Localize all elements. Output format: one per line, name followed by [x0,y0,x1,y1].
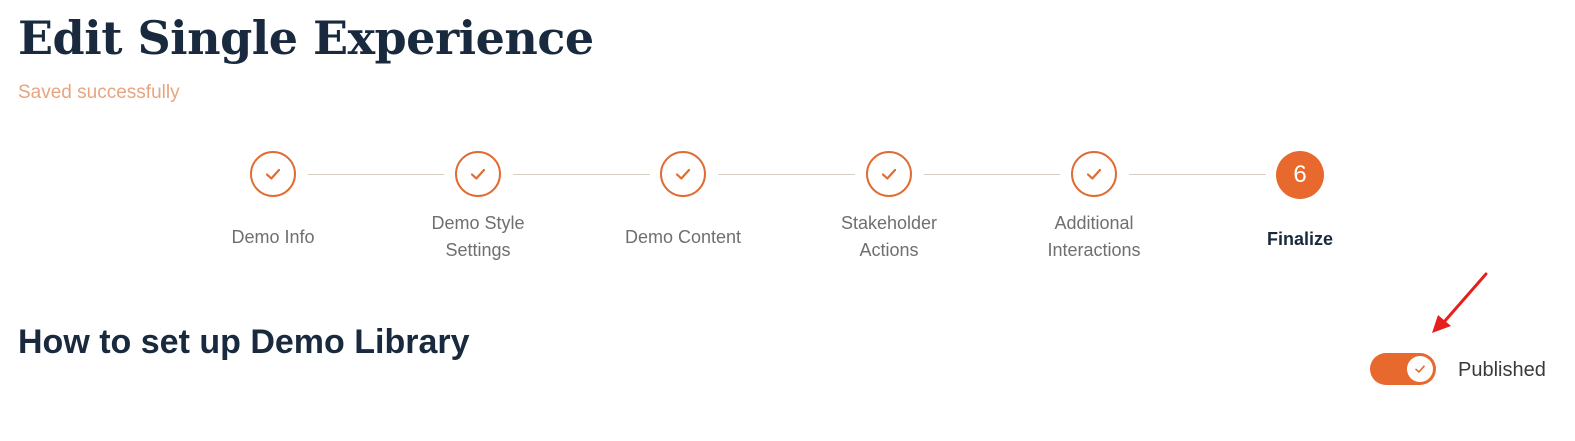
step-stakeholder-actions[interactable]: Stakeholder Actions [799,151,979,265]
step-complete-indicator [455,151,501,197]
step-complete-indicator [250,151,296,197]
check-icon [470,168,486,180]
step-number-badge: 6 [1276,151,1324,199]
check-icon [675,168,691,180]
demo-title: How to set up Demo Library [18,323,470,361]
check-icon [1415,365,1425,373]
step-label: Demo Style Settings [431,213,525,260]
step-complete-indicator [1071,151,1117,197]
check-icon [265,168,281,180]
step-demo-style-settings[interactable]: Demo Style Settings [388,151,568,265]
step-complete-indicator [866,151,912,197]
step-label: Stakeholder Actions [840,213,938,260]
step-finalize[interactable]: 6 Finalize [1210,151,1390,267]
check-icon [881,168,897,180]
step-demo-info[interactable]: Demo Info [183,151,363,265]
step-additional-interactions[interactable]: Additional Interactions [1004,151,1184,265]
published-toggle[interactable] [1370,353,1436,385]
step-label: Finalize [1266,228,1333,249]
step-complete-indicator [660,151,706,197]
progress-stepper: Demo Info Demo Style Settings Demo Conte… [0,0,1575,280]
step-label: Additional Interactions [1047,213,1141,260]
step-demo-content[interactable]: Demo Content [593,151,773,265]
published-label: Published [1458,359,1546,381]
step-label: Demo Content [624,226,742,247]
check-icon [1086,168,1102,180]
step-label: Demo Info [231,226,315,247]
red-arrow-icon [1432,272,1488,333]
toggle-knob [1407,356,1433,382]
